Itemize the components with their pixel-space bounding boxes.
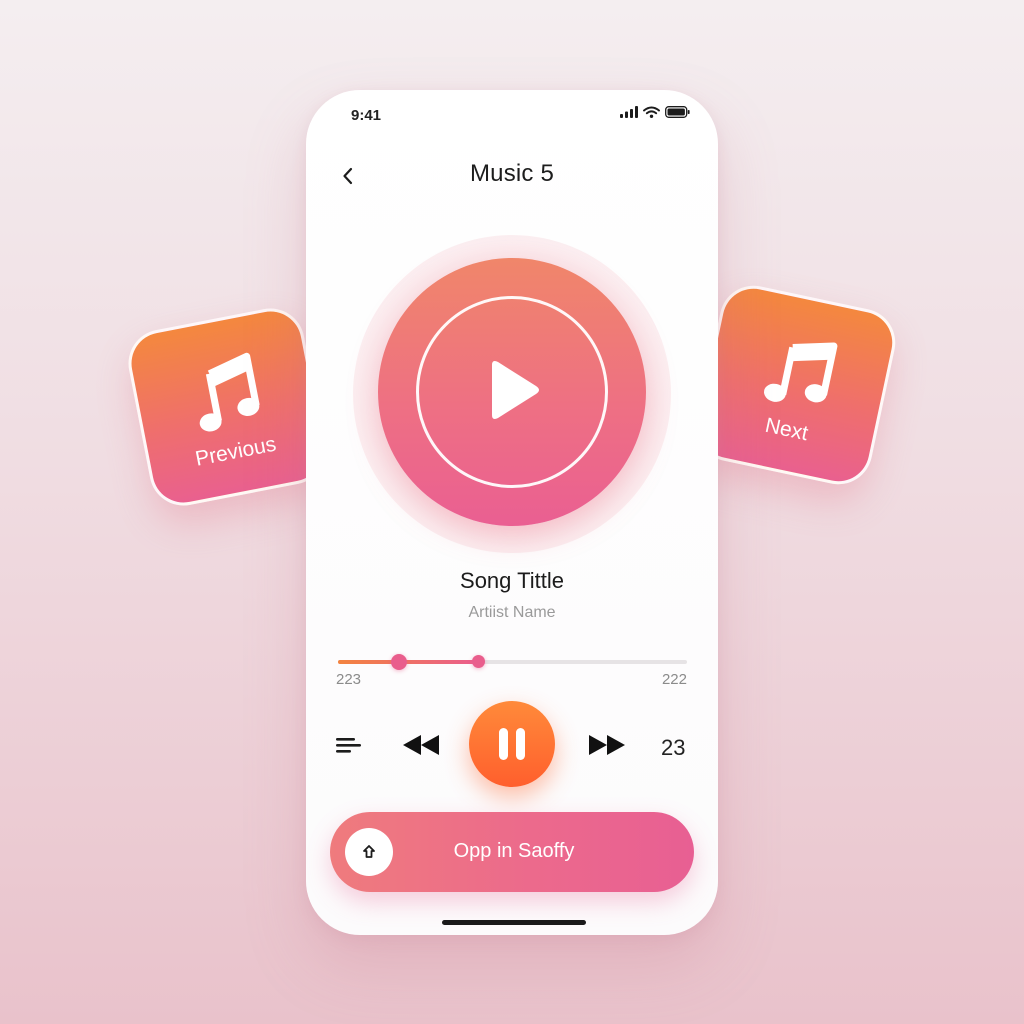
previous-card[interactable]: Previous	[122, 302, 332, 512]
queue-button[interactable]	[334, 730, 364, 760]
fast-forward-icon	[589, 735, 625, 755]
play-disc-button[interactable]	[378, 258, 646, 526]
signal-icon	[620, 106, 638, 118]
home-indicator	[442, 920, 586, 925]
play-icon	[492, 361, 539, 419]
next-card[interactable]: Next	[690, 279, 902, 491]
progress-knob[interactable]	[391, 654, 408, 670]
menu-lines-icon	[336, 738, 361, 753]
battery-icon	[665, 106, 690, 118]
pause-button[interactable]	[469, 701, 555, 787]
pause-icon	[499, 728, 525, 760]
open-in-app-label: Opp in Saoffy	[453, 840, 575, 862]
artist-name: Artiist Name	[468, 604, 556, 621]
open-in-app-button[interactable]: Opp in Saoffy	[330, 812, 694, 892]
status-icons	[620, 106, 690, 118]
phone-screen: 9:41 Music 5 Song Tittle Artiist Name 22…	[306, 90, 718, 935]
rewind-icon	[403, 735, 439, 755]
disc-ring	[416, 296, 608, 488]
status-time: 9:41	[351, 107, 382, 124]
page-title: Music 5	[469, 160, 555, 187]
buffer-knob[interactable]	[471, 655, 485, 668]
fast-forward-button[interactable]	[585, 729, 629, 761]
track-count: 23	[661, 735, 686, 760]
progress-bar[interactable]	[338, 654, 687, 670]
remaining-time: 222	[661, 671, 687, 688]
music-note-icon	[763, 342, 838, 403]
progress-fill	[338, 660, 478, 664]
wifi-icon	[643, 106, 660, 118]
rewind-button[interactable]	[399, 729, 443, 761]
song-title: Song Tittle	[460, 568, 564, 593]
music-note-icon	[199, 352, 260, 432]
elapsed-time: 223	[336, 671, 362, 688]
